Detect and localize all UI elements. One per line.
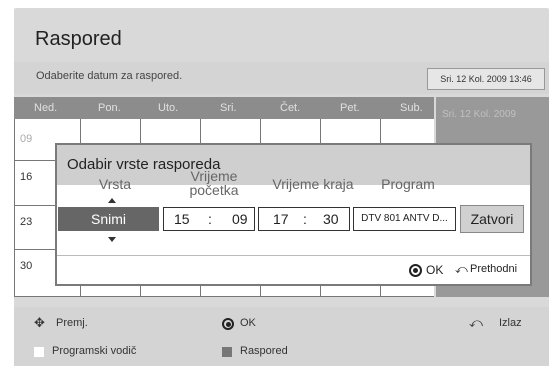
week-number: 09 bbox=[20, 133, 33, 145]
navigate-arrows-icon: ✥ bbox=[34, 315, 45, 330]
week-number: 30 bbox=[20, 260, 33, 272]
label-program: Program bbox=[381, 176, 435, 192]
ok-icon bbox=[222, 318, 234, 330]
current-date: Sri. 12 Kol. 2009 13:46 bbox=[427, 68, 545, 90]
close-button[interactable]: Zatvori bbox=[460, 205, 524, 233]
day-thu: Čet. bbox=[280, 102, 301, 114]
day-sat: Sub. bbox=[400, 102, 423, 114]
day-sun: Ned. bbox=[34, 102, 58, 114]
back-arrow-icon: ⤺ bbox=[469, 315, 483, 330]
time-separator: : bbox=[303, 211, 307, 227]
day-mon: Pon. bbox=[98, 102, 121, 114]
program-field[interactable]: DTV 801 ANTV D... bbox=[353, 207, 456, 231]
end-time-field[interactable]: 17 : 30 bbox=[258, 207, 350, 231]
grid-line bbox=[14, 119, 15, 297]
type-selector[interactable]: Snimi bbox=[58, 207, 159, 231]
label-type: Vrsta bbox=[98, 176, 132, 192]
guide-color-key bbox=[34, 347, 44, 357]
dialog-divider bbox=[57, 255, 530, 256]
schedule-color-key bbox=[222, 347, 232, 357]
start-minute[interactable]: 09 bbox=[232, 211, 248, 227]
day-tue: Uto. bbox=[158, 102, 179, 114]
week-number: 16 bbox=[20, 171, 33, 183]
type-up-arrow-icon[interactable] bbox=[108, 198, 116, 203]
end-hour[interactable]: 17 bbox=[273, 211, 289, 227]
day-wed: Sri. bbox=[220, 102, 237, 114]
end-minute[interactable]: 30 bbox=[323, 211, 339, 227]
info-text: Odaberite datum za raspored. bbox=[36, 70, 183, 82]
dialog-ok-label[interactable]: OK bbox=[426, 263, 443, 277]
calendar-header: Ned. Pon. Uto. Sri. Čet. Pet. Sub. bbox=[14, 97, 434, 119]
start-time-field[interactable]: 15 : 09 bbox=[163, 207, 255, 231]
page-title: Raspored bbox=[35, 28, 122, 50]
grid-line bbox=[14, 296, 434, 297]
week-number: 23 bbox=[20, 216, 33, 228]
ok-button-icon bbox=[409, 264, 422, 277]
label-start-line1: Vrijeme bbox=[190, 168, 238, 184]
footer-ok-label: OK bbox=[240, 317, 256, 329]
label-end: Vrijeme kraja bbox=[272, 176, 354, 192]
footer-schedule-label[interactable]: Raspored bbox=[240, 345, 288, 357]
dialog-prev-label[interactable]: Prethodni bbox=[470, 263, 517, 275]
schedule-type-dialog: Odabir vrste rasporeda Vrsta Vrijeme poč… bbox=[55, 143, 532, 286]
footer-guide-label[interactable]: Programski vodič bbox=[52, 345, 136, 357]
info-bar: Odaberite datum za raspored. Sri. 12 Kol… bbox=[14, 62, 549, 94]
footer-move-label: Premj. bbox=[56, 317, 88, 329]
side-panel-date: Sri. 12 Kol. 2009 bbox=[442, 109, 516, 120]
label-start-line2: početka bbox=[189, 182, 239, 198]
footer-exit-label[interactable]: Izlaz bbox=[499, 317, 522, 329]
start-hour[interactable]: 15 bbox=[174, 211, 190, 227]
footer-bar: ✥ Premj. OK ⤺ Izlaz Programski vodič Ras… bbox=[14, 307, 549, 366]
type-down-arrow-icon[interactable] bbox=[108, 237, 116, 242]
time-separator: : bbox=[208, 211, 212, 227]
back-arrow-icon: ⤺ bbox=[455, 262, 468, 276]
day-fri: Pet. bbox=[340, 102, 360, 114]
